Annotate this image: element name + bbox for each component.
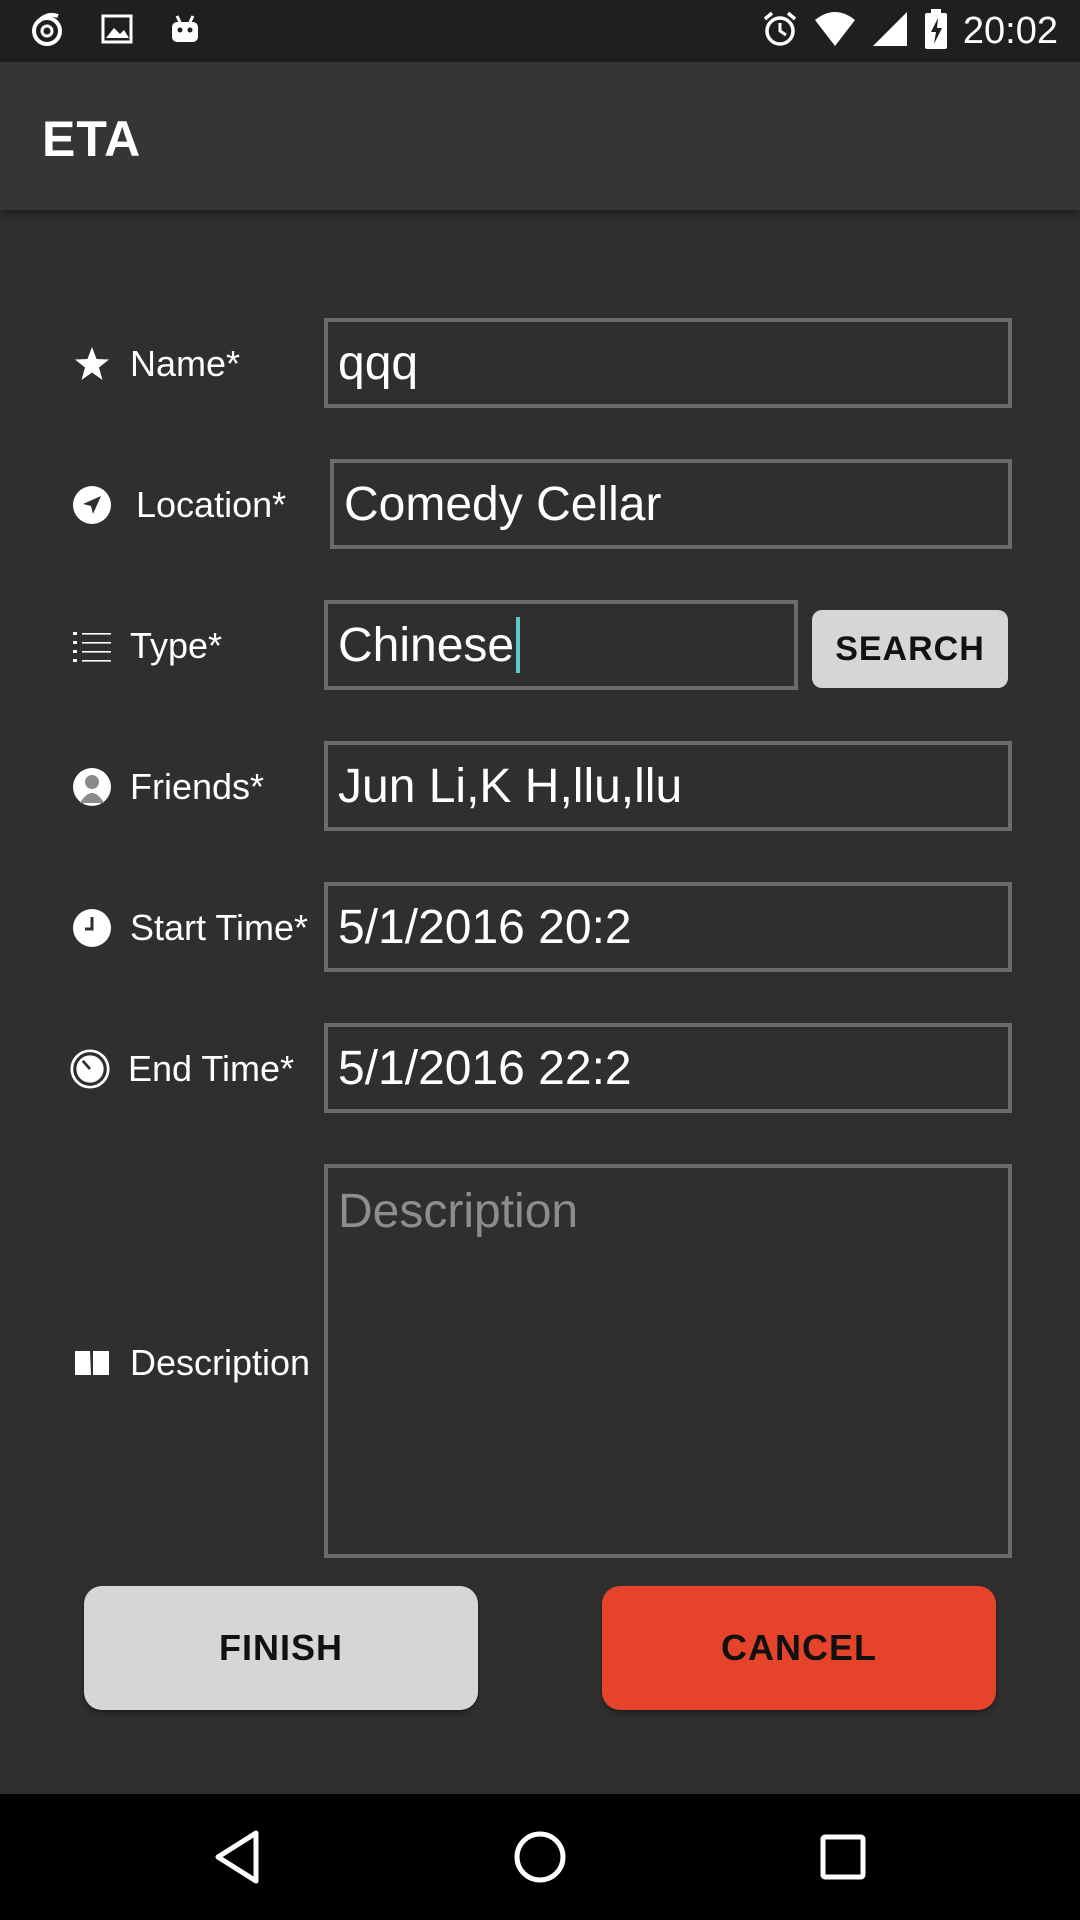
clock-icon [72,908,112,948]
android-icon [168,12,202,51]
end-time-label: End Time* [128,1048,295,1089]
end-time-label-row: End Time* [70,1048,294,1090]
star-icon [72,344,112,384]
search-button[interactable]: SEARCH [812,610,1008,688]
image-icon [100,12,134,51]
finish-button[interactable]: FINISH [84,1586,478,1710]
location-input[interactable]: Comedy Cellar [330,459,1012,549]
book-icon [72,1343,112,1383]
start-time-input[interactable]: 5/1/2016 20:2 [324,882,1012,972]
type-input-value: Chinese [338,618,515,672]
cancel-button[interactable]: CANCEL [602,1586,996,1710]
navigation-bar [0,1794,1080,1920]
timer-icon [70,1049,110,1089]
location-label: Location* [136,484,287,525]
type-input[interactable]: Chinese [324,600,798,690]
description-placeholder: Description [338,1185,579,1238]
name-label-row: Name* [72,343,240,385]
navigation-icon [72,485,112,525]
list-icon [72,626,112,666]
battery-charging-icon [923,8,949,55]
location-label-row: Location* [72,484,286,526]
back-icon[interactable] [204,1824,270,1890]
status-bar: 20:02 [0,0,1080,62]
friends-label: Friends* [130,766,265,807]
end-time-input[interactable]: 5/1/2016 22:2 [324,1023,1012,1113]
type-label: Type* [130,625,223,666]
alarm-icon [761,10,799,53]
text-caret [516,617,521,673]
app-title: ETA [42,111,142,167]
name-input[interactable]: qqq [324,318,1012,408]
sync-icon [28,10,66,53]
status-time: 20:02 [962,9,1058,52]
home-icon[interactable] [507,1824,573,1890]
person-icon [72,767,112,807]
name-label: Name* [130,343,241,384]
description-textarea[interactable]: Description [324,1164,1012,1558]
description-label: Description [130,1342,311,1383]
app-bar: ETA [0,62,1080,210]
friends-label-row: Friends* [72,766,264,808]
recents-icon[interactable] [810,1824,876,1890]
start-time-label-row: Start Time* [72,907,308,949]
start-time-label: Start Time* [130,907,309,948]
wifi-icon [813,10,857,53]
type-label-row: Type* [72,625,222,667]
signal-icon [871,10,909,53]
description-label-row: Description [72,1342,310,1384]
friends-input[interactable]: Jun Li,K H,llu,llu [324,741,1012,831]
